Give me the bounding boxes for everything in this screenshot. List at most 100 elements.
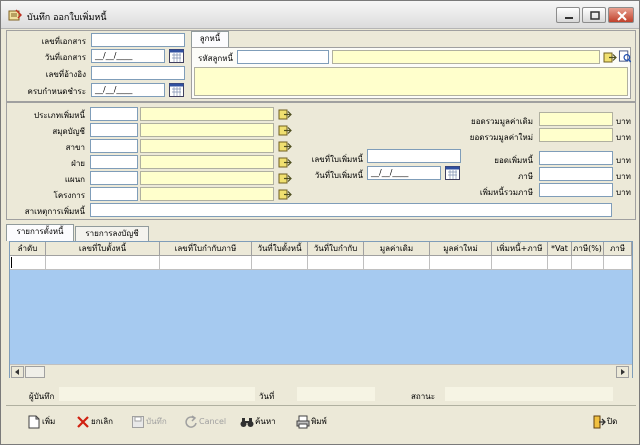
add-button[interactable]: เพิ่ม [27, 412, 61, 432]
section-code-input[interactable] [90, 171, 138, 185]
cancel-doc-button[interactable]: ยกเลิก [76, 412, 120, 432]
col-header[interactable]: มูลค่าเดิม [364, 242, 430, 256]
row-cell[interactable] [548, 256, 572, 269]
tab-debt-items[interactable]: รายการตั้งหนี้ [6, 224, 74, 241]
type-code-input[interactable] [90, 107, 138, 121]
ref-no-input[interactable] [91, 66, 185, 80]
col-header[interactable]: เพิ่มหนี้+ภาษี [492, 242, 548, 256]
tab-customer[interactable]: ลูกหนี้ [191, 31, 229, 48]
save-button[interactable]: บันทึก [131, 412, 175, 432]
col-header[interactable]: ภาษี [604, 242, 632, 256]
cancel-button[interactable]: Cancel [184, 412, 232, 432]
row-cell[interactable] [604, 256, 632, 269]
close-window-button[interactable]: ปิด [592, 412, 622, 432]
cancel-label: Cancel [199, 417, 227, 426]
calendar-icon[interactable] [169, 49, 184, 63]
tab-account-items[interactable]: รายการลงบัญชี [75, 226, 149, 241]
scroll-thumb[interactable] [25, 366, 45, 378]
row-cell[interactable] [160, 256, 252, 269]
book-label: สมุดบัญชี [52, 127, 85, 136]
section-name-field [140, 171, 274, 185]
undo-icon [185, 415, 197, 428]
recorder-field [59, 387, 255, 401]
maximize-button[interactable] [582, 7, 606, 23]
lookup-arrow-icon[interactable] [278, 172, 292, 185]
project-code-input[interactable] [90, 187, 138, 201]
invoice-no-label: เลขที่ใบเพิ่มหนี้ [311, 155, 363, 164]
book-code-input[interactable] [90, 123, 138, 137]
branch-name-field [140, 139, 274, 153]
main-window: บันทึก ออกใบเพิ่มหนี้ เลขที่เอกสาร วันที… [0, 0, 640, 445]
dept-name-field [140, 155, 274, 169]
invoice-date-label: วันที่ใบเพิ่มหนี้ [314, 171, 363, 180]
due-date-input[interactable]: __/__/____ [91, 83, 165, 97]
row-cell[interactable] [308, 256, 364, 269]
status-label: สถานะ [411, 392, 435, 401]
row-cell[interactable] [572, 256, 604, 269]
invoice-date-input[interactable]: __/__/____ [367, 166, 441, 180]
close-label: ปิด [607, 417, 618, 426]
doc-date-input[interactable]: __/__/____ [91, 49, 165, 63]
customer-address-field [194, 67, 628, 96]
new-total-label: ยอดรวมมูลค่าใหม่ [469, 133, 533, 142]
calendar-icon[interactable] [169, 83, 184, 97]
status-field [445, 387, 613, 401]
add-label: เพิ่ม [42, 417, 56, 426]
scroll-left-button[interactable] [11, 366, 24, 378]
search-button[interactable]: ค้นหา [240, 412, 282, 432]
unit-label: บาท [616, 188, 631, 197]
row-cell[interactable] [46, 256, 160, 269]
horizontal-scrollbar[interactable] [10, 364, 632, 378]
dept-code-input[interactable] [90, 155, 138, 169]
col-header[interactable]: ลำดับ [10, 242, 46, 256]
customer-code-label: รหัสลูกหนี้ [198, 54, 233, 63]
increase-input[interactable] [539, 151, 613, 165]
unit-label: บาท [616, 156, 631, 165]
lookup-arrow-icon[interactable] [603, 51, 617, 64]
print-button[interactable]: พิมพ์ [296, 412, 336, 432]
col-header[interactable]: *Vat [548, 242, 572, 256]
book-name-field [140, 123, 274, 137]
arrow-left-icon [15, 369, 19, 375]
save-icon [132, 416, 144, 428]
col-header[interactable]: วันที่ใบตั้งหนี้ [252, 242, 308, 256]
col-header[interactable]: วันที่ใบกำกับ [308, 242, 364, 256]
close-button[interactable] [608, 7, 634, 23]
items-grid[interactable]: ลำดับ เลขที่ใบตั้งหนี้ เลขที่ใบกำกับภาษี… [9, 241, 633, 378]
reason-input[interactable] [90, 203, 612, 217]
col-header[interactable]: มูลค่าใหม่ [430, 242, 492, 256]
tax-input[interactable] [539, 167, 613, 181]
table-row[interactable] [10, 256, 632, 270]
window-title: บันทึก ออกใบเพิ่มหนี้ [27, 13, 107, 23]
col-header[interactable]: เลขที่ใบกำกับภาษี [160, 242, 252, 256]
print-label: พิมพ์ [311, 417, 327, 426]
lookup-arrow-icon[interactable] [278, 108, 292, 121]
arrow-right-icon [621, 369, 625, 375]
grand-total-input[interactable] [539, 183, 613, 197]
search-doc-icon[interactable] [618, 50, 632, 63]
close-icon [617, 11, 627, 21]
customer-code-input[interactable] [237, 50, 329, 64]
lookup-arrow-icon[interactable] [278, 156, 292, 169]
dept-label: ฝ่าย [71, 159, 85, 168]
invoice-no-input[interactable] [367, 149, 461, 163]
row-cell[interactable] [10, 256, 46, 269]
project-name-field [140, 187, 274, 201]
doc-no-input[interactable] [91, 33, 185, 47]
customer-name-field [332, 50, 600, 64]
row-cell[interactable] [430, 256, 492, 269]
col-header[interactable]: เลขที่ใบตั้งหนี้ [46, 242, 160, 256]
lookup-arrow-icon[interactable] [278, 124, 292, 137]
minimize-button[interactable] [556, 7, 580, 23]
lookup-arrow-icon[interactable] [278, 188, 292, 201]
row-cell[interactable] [492, 256, 548, 269]
row-cell[interactable] [364, 256, 430, 269]
cancel-doc-label: ยกเลิก [91, 417, 114, 426]
scroll-right-button[interactable] [616, 366, 629, 378]
tax-label: ภาษี [517, 172, 533, 181]
lookup-arrow-icon[interactable] [278, 140, 292, 153]
row-cell[interactable] [252, 256, 308, 269]
col-header[interactable]: ภาษี(%) [572, 242, 604, 256]
divider [6, 405, 636, 406]
branch-code-input[interactable] [90, 139, 138, 153]
